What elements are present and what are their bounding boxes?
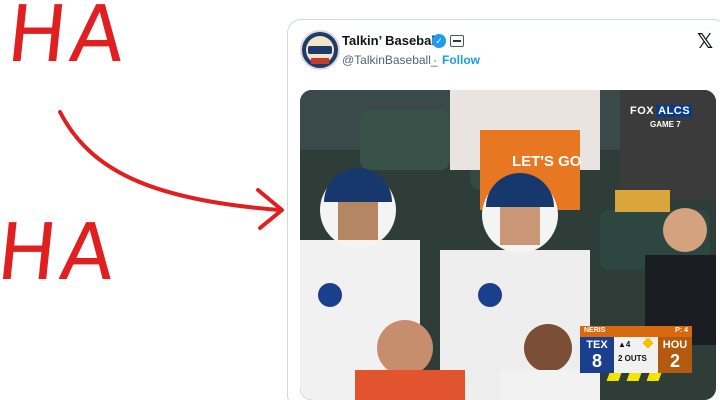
away-team-box: TEX 8 <box>580 337 614 373</box>
sign-text: LET'S GO <box>512 153 582 170</box>
tweet-card: Talkin’ Baseball ✓ @TalkinBaseball_ · Fo… <box>287 19 720 400</box>
author-handle[interactable]: @TalkinBaseball_ <box>342 53 438 67</box>
outs: 2 OUTS <box>618 354 647 363</box>
x-logo-icon[interactable]: 𝕏 <box>697 29 713 53</box>
batter-name: NERIS <box>584 327 606 334</box>
verified-badge-icon: ✓ <box>432 34 446 48</box>
follow-button[interactable]: Follow <box>442 53 480 67</box>
base-diamond-icon <box>642 337 654 349</box>
handle-separator: · <box>433 53 437 67</box>
game-label: GAME 7 <box>650 120 681 129</box>
base-marker <box>606 373 622 381</box>
avatar[interactable] <box>300 30 340 70</box>
home-team: HOU <box>662 339 688 351</box>
network-label: FOX <box>630 105 655 117</box>
scoreboard-overlay: NERIS P: 4 TEX 8 ▲4 2 OUTS HOU 2 <box>580 326 692 382</box>
avatar-logo-ribbon <box>311 58 329 64</box>
doodle-annotation: HA HA <box>0 0 290 400</box>
tweet-media-image[interactable]: LET'S GO FOX ALCS GAME 7 NERIS P: 4 TEX … <box>300 90 716 400</box>
base-marker <box>646 373 662 381</box>
affiliate-badge-icon <box>450 35 464 47</box>
avatar-logo-bat <box>308 46 332 54</box>
tweet-header: Talkin’ Baseball ✓ @TalkinBaseball_ · Fo… <box>288 20 720 90</box>
inning: ▲4 <box>618 340 631 349</box>
scoreboard-topbar: NERIS P: 4 <box>580 326 692 337</box>
away-team: TEX <box>586 339 608 351</box>
doodle-ha-bottom: HA <box>0 208 123 298</box>
broadcast-logo: FOX ALCS <box>630 105 693 117</box>
doodle-arrow <box>58 110 284 230</box>
bases-indicator <box>604 373 668 382</box>
game-state-box: ▲4 2 OUTS <box>614 337 658 373</box>
author-name[interactable]: Talkin’ Baseball <box>342 33 439 48</box>
league-label: ALCS <box>656 105 693 117</box>
home-team-box: HOU 2 <box>658 337 692 373</box>
home-score: 2 <box>669 351 680 371</box>
base-marker <box>626 373 642 381</box>
away-score: 8 <box>591 351 602 371</box>
pitch-count: P: 4 <box>675 327 688 334</box>
